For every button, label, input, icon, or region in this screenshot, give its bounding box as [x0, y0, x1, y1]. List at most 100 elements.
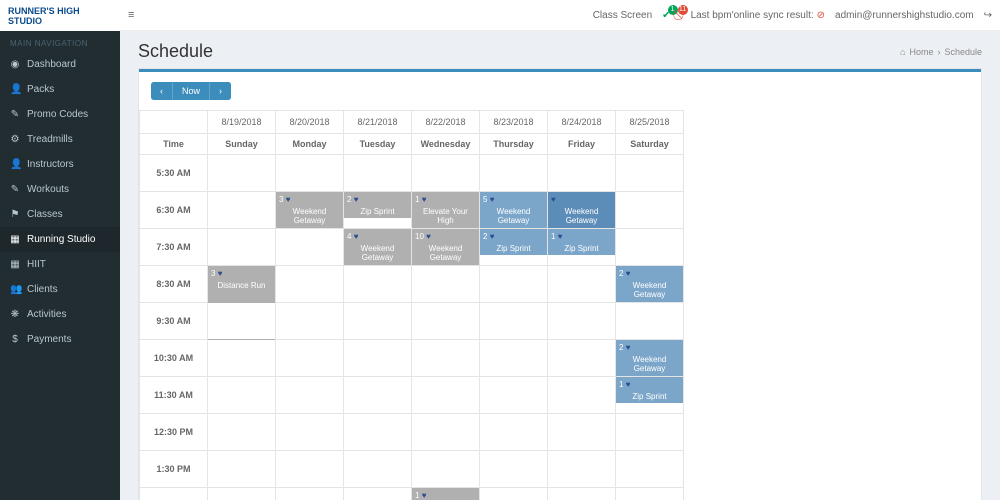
time-slot[interactable]	[412, 414, 480, 451]
time-slot[interactable]	[616, 303, 684, 340]
calendar-event[interactable]: 3 ♥Weekend Getaway	[276, 192, 343, 228]
time-slot[interactable]	[276, 414, 344, 451]
time-slot[interactable]	[208, 192, 276, 229]
sidebar-item-workouts[interactable]: ✎Workouts	[0, 177, 120, 202]
time-slot[interactable]: 5 ♥Weekend Getaway	[480, 192, 548, 229]
prev-button[interactable]: ‹	[151, 82, 173, 100]
time-slot[interactable]	[616, 414, 684, 451]
time-slot[interactable]	[344, 266, 412, 303]
time-slot[interactable]	[616, 229, 684, 266]
menu-toggle-icon[interactable]: ≡	[128, 9, 142, 21]
time-slot[interactable]	[480, 155, 548, 192]
sidebar-item-instructors[interactable]: 👤Instructors	[0, 152, 120, 177]
time-slot[interactable]	[412, 377, 480, 414]
time-slot[interactable]	[276, 451, 344, 488]
time-slot[interactable]	[276, 303, 344, 340]
calendar-event[interactable]: 1 ♥Zip Sprint	[616, 377, 683, 403]
time-slot[interactable]	[344, 155, 412, 192]
time-slot[interactable]	[548, 266, 616, 303]
time-slot[interactable]	[480, 340, 548, 377]
time-slot[interactable]	[208, 340, 276, 377]
sidebar-item-dashboard[interactable]: ◉Dashboard	[0, 52, 120, 77]
time-slot[interactable]	[276, 340, 344, 377]
user-email[interactable]: admin@runnershighstudio.com	[835, 10, 974, 21]
time-slot[interactable]	[344, 303, 412, 340]
time-slot[interactable]	[208, 229, 276, 266]
time-slot[interactable]	[616, 488, 684, 500]
calendar-event[interactable]: 1 ♥Zip Sprint	[548, 229, 615, 255]
time-slot[interactable]	[276, 155, 344, 192]
time-slot[interactable]	[548, 451, 616, 488]
sidebar-item-classes[interactable]: ⚑Classes	[0, 202, 120, 227]
time-slot[interactable]: 10 ♥Weekend Getaway	[412, 229, 480, 266]
time-slot[interactable]	[616, 192, 684, 229]
time-slot[interactable]	[480, 303, 548, 340]
calendar-event[interactable]: 4 ♥Weekend Getaway	[344, 229, 411, 265]
time-slot[interactable]: 2 ♥Zip Sprint	[480, 229, 548, 266]
next-button[interactable]: ›	[210, 82, 231, 100]
time-slot[interactable]	[208, 488, 276, 500]
sidebar-item-clients[interactable]: 👥Clients	[0, 277, 120, 302]
calendar-event[interactable]: 2 ♥Zip Sprint	[480, 229, 547, 255]
time-slot[interactable]	[480, 451, 548, 488]
time-slot[interactable]	[616, 155, 684, 192]
calendar-event[interactable]: 2 ♥Weekend Getaway	[616, 340, 683, 376]
time-slot[interactable]	[480, 266, 548, 303]
time-slot[interactable]	[344, 340, 412, 377]
time-slot[interactable]	[208, 451, 276, 488]
time-slot[interactable]	[344, 377, 412, 414]
calendar-event[interactable]: ♥Weekend Getaway	[548, 192, 615, 228]
time-slot[interactable]	[412, 266, 480, 303]
time-slot[interactable]	[548, 414, 616, 451]
time-slot[interactable]	[344, 414, 412, 451]
time-slot[interactable]	[344, 451, 412, 488]
calendar-event[interactable]: 1 ♥Elevate Your High	[412, 192, 479, 228]
calendar-event[interactable]: 2 ♥Weekend Getaway	[616, 266, 683, 302]
calendar-event[interactable]: 10 ♥Weekend Getaway	[412, 229, 479, 265]
time-slot[interactable]	[412, 340, 480, 377]
time-slot[interactable]: 1 ♥Elevate Your High	[412, 192, 480, 229]
check-status-icon[interactable]: ✔1	[662, 10, 670, 21]
time-slot[interactable]: 1 ♥Zip Sprint	[412, 488, 480, 500]
time-slot[interactable]	[276, 229, 344, 266]
sidebar-item-hiit[interactable]: ▦HIIT	[0, 252, 120, 277]
logout-icon[interactable]: ↪	[984, 10, 992, 21]
time-slot[interactable]	[276, 266, 344, 303]
sidebar-item-payments[interactable]: $Payments	[0, 327, 120, 352]
time-slot[interactable]: 1 ♥Zip Sprint	[616, 377, 684, 414]
sidebar-item-promo-codes[interactable]: ✎Promo Codes	[0, 102, 120, 127]
time-slot[interactable]: 4 ♥Weekend Getaway	[344, 229, 412, 266]
sidebar-item-packs[interactable]: 👤Packs	[0, 77, 120, 102]
time-slot[interactable]	[548, 488, 616, 500]
time-slot[interactable]	[208, 414, 276, 451]
calendar-event[interactable]: 2 ♥Zip Sprint	[344, 192, 411, 218]
time-slot[interactable]	[208, 303, 276, 340]
time-slot[interactable]	[480, 488, 548, 500]
crumb-home[interactable]: Home	[909, 47, 933, 57]
time-slot[interactable]	[412, 451, 480, 488]
time-slot[interactable]: 3 ♥Distance Run	[208, 266, 276, 303]
time-slot[interactable]	[548, 377, 616, 414]
sidebar-item-activities[interactable]: ❋Activities	[0, 302, 120, 327]
time-slot[interactable]	[480, 414, 548, 451]
time-slot[interactable]	[480, 377, 548, 414]
time-slot[interactable]	[208, 377, 276, 414]
time-slot[interactable]: 2 ♥Weekend Getaway	[616, 340, 684, 377]
sidebar-item-treadmills[interactable]: ⚙Treadmills	[0, 127, 120, 152]
sidebar-item-running-studio[interactable]: ▦Running Studio	[0, 227, 120, 252]
time-slot[interactable]: 1 ♥Zip Sprint	[548, 229, 616, 266]
class-screen-link[interactable]: Class Screen	[593, 10, 652, 21]
time-slot[interactable]	[548, 155, 616, 192]
time-slot[interactable]	[548, 340, 616, 377]
calendar-event[interactable]: 5 ♥Weekend Getaway	[480, 192, 547, 228]
time-slot[interactable]	[276, 488, 344, 500]
time-slot[interactable]	[208, 155, 276, 192]
time-slot[interactable]: 3 ♥Weekend Getaway	[276, 192, 344, 229]
calendar-event[interactable]: 1 ♥Zip Sprint	[412, 488, 479, 500]
time-slot[interactable]	[276, 377, 344, 414]
time-slot[interactable]	[412, 155, 480, 192]
time-slot[interactable]: ♥Weekend Getaway	[548, 192, 616, 229]
time-slot[interactable]	[344, 488, 412, 500]
time-slot[interactable]	[616, 451, 684, 488]
time-slot[interactable]	[412, 303, 480, 340]
